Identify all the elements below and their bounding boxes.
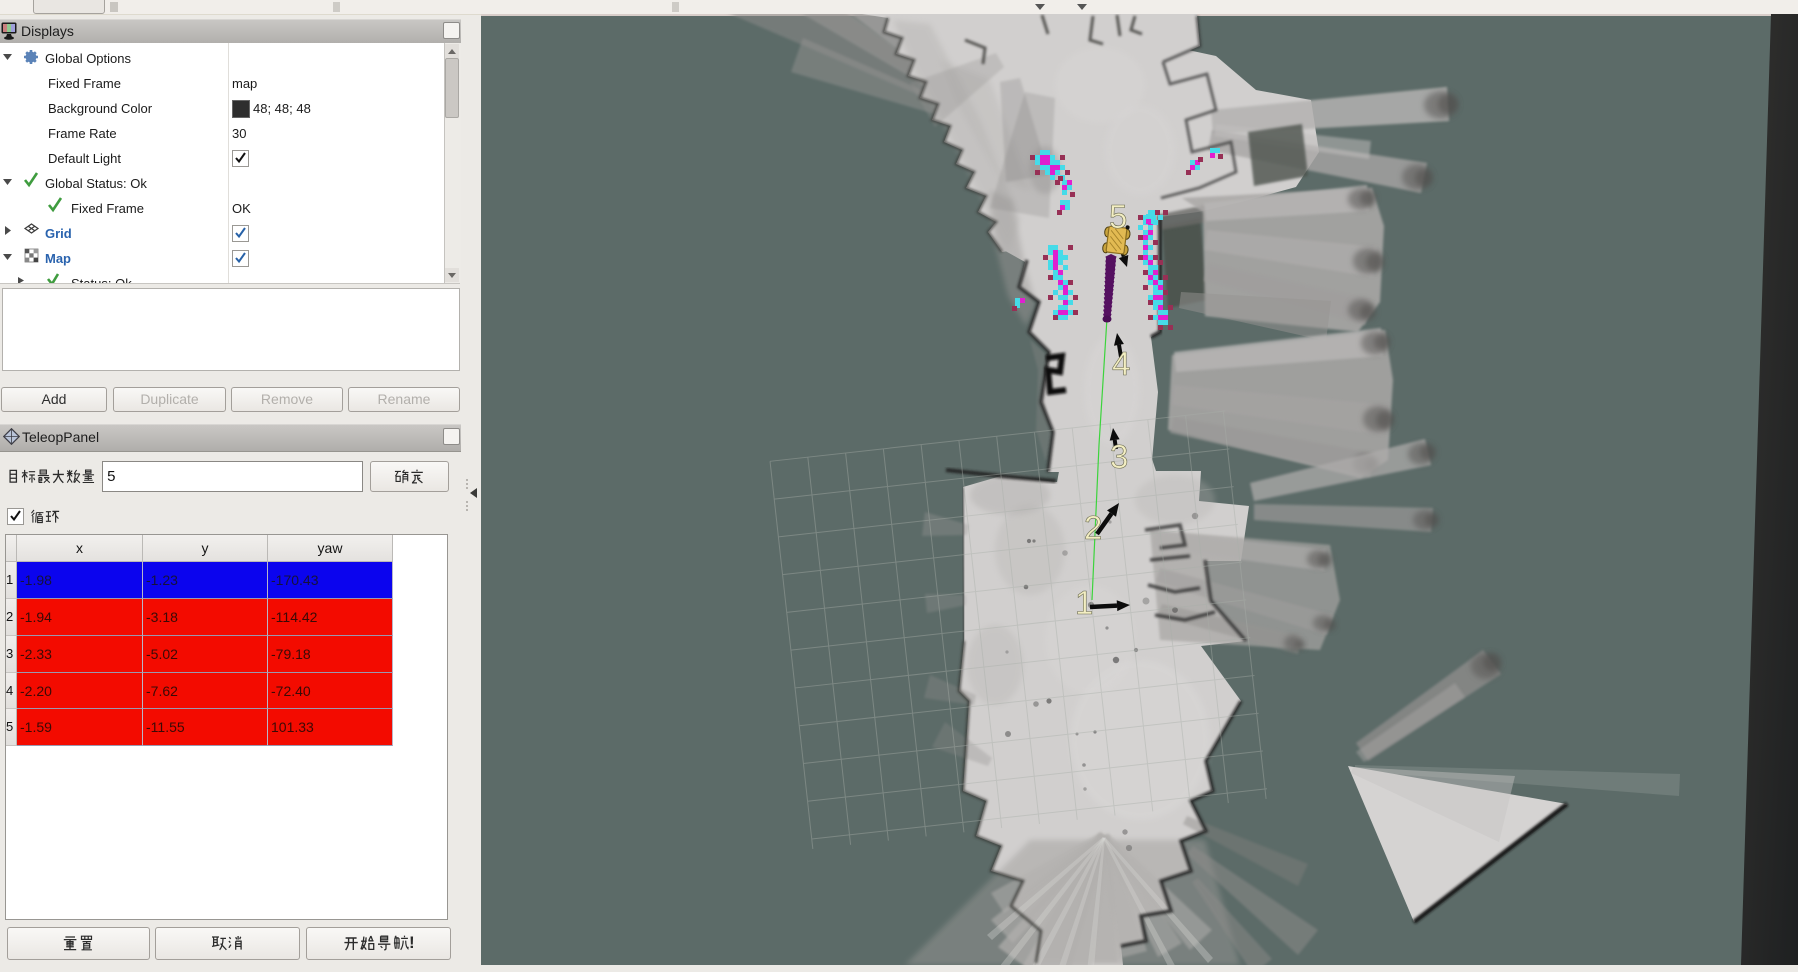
svg-text:3: 3 xyxy=(1110,438,1128,475)
svg-text:1: 1 xyxy=(1075,584,1093,621)
svg-text:2: 2 xyxy=(1084,509,1102,546)
svg-text:5: 5 xyxy=(1109,198,1127,235)
svg-text:4: 4 xyxy=(1112,345,1130,382)
